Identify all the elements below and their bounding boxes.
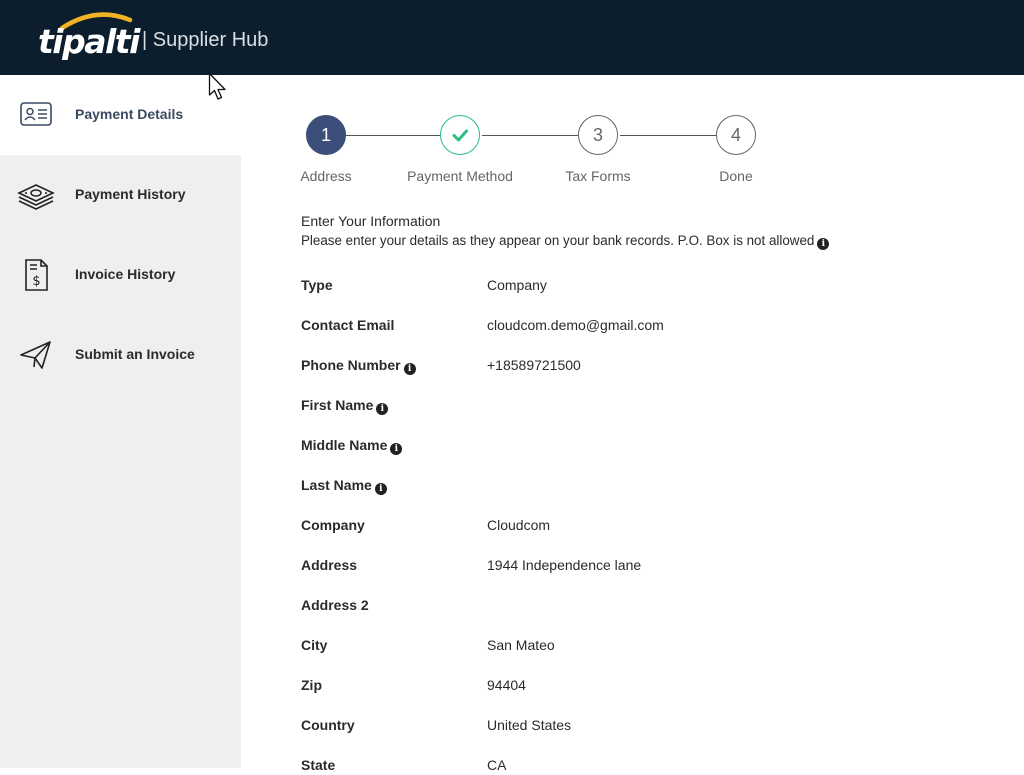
info-icon[interactable]: i	[374, 483, 387, 495]
field-label-wrap: Phone Number i	[301, 355, 416, 375]
field-label: City	[301, 637, 328, 653]
info-icon[interactable]: i	[403, 363, 416, 375]
invoice-dollar-icon: $	[25, 259, 48, 291]
form-row-address-2: Address 2	[301, 595, 901, 615]
form-row-state: State CA	[301, 755, 901, 775]
sidebar-item-label: Invoice History	[75, 266, 176, 282]
field-label: Company	[301, 517, 365, 533]
form-row-phone-number: Phone Number i +18589721500	[301, 355, 901, 375]
form-row-middle-name: Middle Name i	[301, 435, 901, 455]
form-row-first-name: First Name i	[301, 395, 901, 415]
field-value: Company	[487, 277, 547, 293]
step-connector	[482, 135, 578, 136]
form-row-address: Address 1944 Independence lane	[301, 555, 901, 575]
money-stack-icon	[17, 184, 55, 210]
field-label-wrap: Middle Name i	[301, 435, 403, 455]
field-value: 94404	[487, 677, 526, 693]
field-label-wrap: Last Name i	[301, 475, 387, 495]
field-label: Address	[301, 557, 358, 573]
info-icon[interactable]: i	[376, 403, 389, 415]
field-value: CA	[487, 757, 507, 773]
step-3-label: Tax Forms	[565, 168, 631, 184]
form-row-city: City San Mateo	[301, 635, 901, 655]
field-label: Country	[301, 717, 355, 733]
field-value: Cloudcom	[487, 517, 551, 533]
field-label: First Name	[301, 397, 374, 413]
id-card-icon	[20, 102, 52, 126]
step-connector	[345, 135, 440, 136]
step-3-circle[interactable]: 3	[578, 115, 618, 155]
section-title: Enter Your Information	[301, 213, 441, 229]
step-1-circle[interactable]: 1	[306, 115, 346, 155]
field-label: Contact Email	[301, 317, 395, 333]
sidebar-item-label: Payment Details	[75, 106, 184, 122]
field-label: Address 2	[301, 597, 369, 613]
sidebar: Payment Details Payment History $ Invoic…	[0, 75, 241, 768]
field-label: Zip	[301, 677, 322, 693]
field-value: San Mateo	[487, 637, 555, 653]
step-4-circle[interactable]: 4	[716, 115, 756, 155]
field-label: Last Name	[301, 477, 372, 493]
checkmark-icon	[452, 129, 468, 142]
field-label-wrap: First Name i	[301, 395, 389, 415]
sidebar-item-payment-history[interactable]: Payment History	[0, 155, 241, 235]
section-note-text: Please enter your details as they appear…	[301, 233, 815, 248]
field-label: Middle Name	[301, 437, 388, 453]
step-connector	[620, 135, 716, 136]
section-note: Please enter your details as they appear…	[301, 232, 830, 250]
field-label: State	[301, 757, 336, 773]
tipalti-logo[interactable]: tipalti	[38, 12, 140, 62]
svg-text:$: $	[32, 274, 40, 289]
field-value: 1944 Independence lane	[487, 557, 642, 573]
form-row-type: Type Company	[301, 275, 901, 295]
form-row-zip: Zip 94404	[301, 675, 901, 695]
field-label: Phone Number	[301, 357, 401, 373]
paper-plane-icon	[20, 341, 51, 369]
mouse-cursor-icon	[208, 72, 226, 100]
field-value: cloudcom.demo@gmail.com	[487, 317, 664, 333]
form-row-company: Company Cloudcom	[301, 515, 901, 535]
sidebar-item-invoice-history[interactable]: $ Invoice History	[0, 235, 241, 315]
sidebar-item-label: Payment History	[75, 186, 186, 202]
step-4-label: Done	[719, 168, 753, 184]
app-title: | Supplier Hub	[142, 29, 269, 51]
step-2-circle[interactable]	[440, 115, 480, 155]
info-icon[interactable]: i	[817, 238, 830, 250]
sidebar-item-payment-details[interactable]: Payment Details	[0, 75, 241, 155]
info-icon[interactable]: i	[390, 443, 403, 455]
form-row-contact-email: Contact Email cloudcom.demo@gmail.com	[301, 315, 901, 335]
form-row-country: Country United States	[301, 715, 901, 735]
field-value: +18589721500	[487, 357, 581, 373]
sidebar-item-label: Submit an Invoice	[75, 346, 195, 362]
sidebar-item-submit-invoice[interactable]: Submit an Invoice	[0, 315, 241, 395]
progress-stepper: 1 3 4 Address Payment Method Tax Forms D…	[300, 115, 781, 195]
field-label: Type	[301, 277, 333, 293]
step-2-label: Payment Method	[407, 168, 513, 184]
top-bar: tipalti | Supplier Hub	[0, 0, 1024, 75]
field-value: United States	[487, 717, 572, 733]
step-1-label: Address	[300, 168, 352, 184]
logo-text: tipalti	[38, 22, 140, 61]
form-row-last-name: Last Name i	[301, 475, 901, 495]
